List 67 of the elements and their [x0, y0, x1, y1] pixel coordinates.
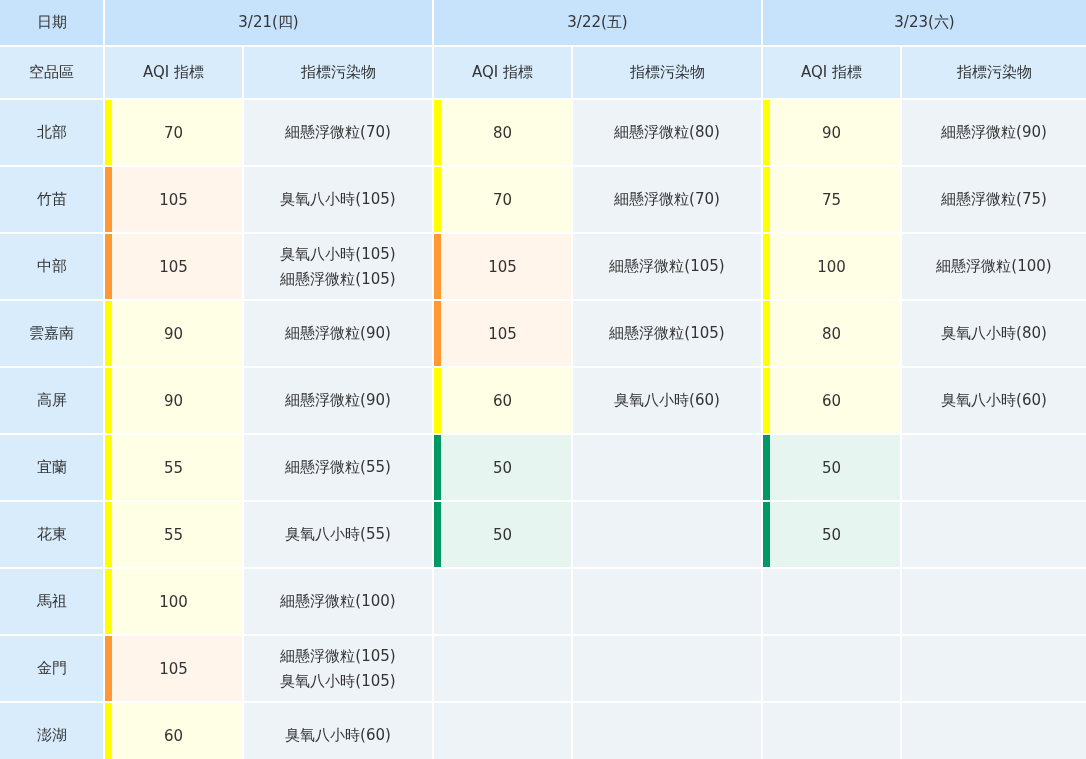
aqi-value: 105 [159, 257, 188, 276]
aqi-value: 60 [821, 391, 842, 410]
column-header: 指標污染物 [244, 47, 432, 98]
aqi-value: 105 [488, 257, 517, 276]
region-cell: 花東 [0, 502, 103, 567]
aqi-value: 80 [492, 123, 513, 142]
pollutant-text: 細懸浮微粒(70) [285, 123, 391, 142]
aqi-value: 50 [821, 458, 842, 477]
aqi-value: 60 [163, 726, 184, 745]
aqi-value: 70 [492, 190, 513, 209]
region-cell: 澎湖 [0, 703, 103, 759]
pollutant-text: 細懸浮微粒(70) [614, 190, 720, 209]
aqi-value: 90 [163, 391, 184, 410]
pollutant-text: 臭氧八小時(60) [614, 391, 720, 410]
pollutant-text: 細懸浮微粒(105) [609, 324, 725, 343]
pollutant-text: 臭氧八小時(80) [941, 324, 1047, 343]
aqi-value: 90 [821, 123, 842, 142]
date-header: 3/22(五) [434, 0, 761, 45]
pollutant-text: 臭氧八小時(105) [280, 244, 396, 264]
column-header: 指標污染物 [902, 47, 1086, 98]
pollutant-text: 細懸浮微粒(80) [614, 123, 720, 142]
pollutant-text: 細懸浮微粒(105) [609, 257, 725, 276]
aqi-value: 105 [159, 659, 188, 678]
aqi-value: 55 [163, 525, 184, 544]
region-cell: 中部 [0, 234, 103, 299]
pollutant-text: 細懸浮微粒(90) [285, 391, 391, 410]
region-cell: 高屏 [0, 368, 103, 433]
region-cell: 雲嘉南 [0, 301, 103, 366]
column-header: AQI 指標 [105, 47, 242, 98]
aqi-value: 55 [163, 458, 184, 477]
pollutant-text: 臭氧八小時(60) [941, 391, 1047, 410]
pollutant-text: 細懸浮微粒(105) [280, 646, 396, 666]
date-header: 3/23(六) [763, 0, 1086, 45]
aqi-value: 50 [492, 458, 513, 477]
aqi-value: 105 [488, 324, 517, 343]
pollutant-text: 細懸浮微粒(100) [936, 257, 1052, 276]
pollutant-text: 臭氧八小時(55) [285, 525, 391, 544]
region-cell: 北部 [0, 100, 103, 165]
aqi-value: 90 [163, 324, 184, 343]
pollutant-text: 臭氧八小時(60) [285, 726, 391, 745]
aqi-value: 50 [492, 525, 513, 544]
column-header: AQI 指標 [434, 47, 571, 98]
aqi-value: 70 [163, 123, 184, 142]
column-header: AQI 指標 [763, 47, 900, 98]
pollutant-text: 細懸浮微粒(100) [280, 592, 396, 611]
aqi-value: 60 [492, 391, 513, 410]
column-header: 指標污染物 [573, 47, 761, 98]
region-cell: 竹苗 [0, 167, 103, 232]
pollutant-text: 細懸浮微粒(90) [285, 324, 391, 343]
header-cell: 日期 [0, 0, 103, 45]
pollutant-text: 細懸浮微粒(105) [280, 269, 396, 289]
aqi-value: 105 [159, 190, 188, 209]
date-header: 3/21(四) [105, 0, 432, 45]
region-cell: 馬祖 [0, 569, 103, 634]
aqi-value: 100 [817, 257, 846, 276]
header-cell: 空品區 [0, 47, 103, 98]
pollutant-text: 臭氧八小時(105) [280, 671, 396, 691]
region-cell: 宜蘭 [0, 435, 103, 500]
aqi-value: 80 [821, 324, 842, 343]
region-cell: 金門 [0, 636, 103, 701]
pollutant-text: 臭氧八小時(105) [280, 190, 396, 209]
aqi-value: 50 [821, 525, 842, 544]
pollutant-text: 細懸浮微粒(75) [941, 190, 1047, 209]
pollutant-text: 細懸浮微粒(55) [285, 458, 391, 477]
pollutant-text: 細懸浮微粒(90) [941, 123, 1047, 142]
aqi-value: 100 [159, 592, 188, 611]
aqi-value: 75 [821, 190, 842, 209]
